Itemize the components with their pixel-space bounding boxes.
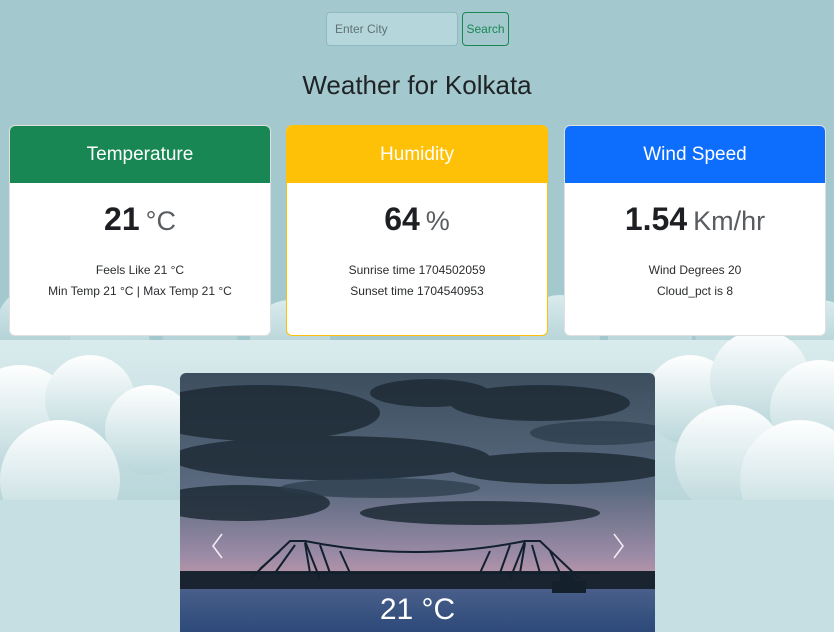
wind-speed-reading: 1.54 Km/hr xyxy=(565,201,825,238)
humidity-unit: % xyxy=(425,206,450,236)
chevron-left-icon xyxy=(212,533,223,559)
chevron-right-icon xyxy=(613,533,624,559)
sunset-time-text: Sunset time 1704540953 xyxy=(350,284,484,298)
search-bar: Search xyxy=(326,12,509,46)
carousel-prev-button[interactable] xyxy=(202,531,232,561)
carousel-next-button[interactable] xyxy=(604,531,634,561)
temperature-card-header: Temperature xyxy=(10,126,270,183)
wind-speed-card-body: 1.54 Km/hr Wind Degrees 20 Cloud_pct is 8 xyxy=(565,183,825,302)
feels-like-text: Feels Like 21 °C xyxy=(95,263,185,277)
temperature-unit: °C xyxy=(145,206,176,236)
humidity-reading: 64% xyxy=(287,201,547,238)
search-button[interactable]: Search xyxy=(462,12,509,46)
wind-degrees-text: Wind Degrees 20 xyxy=(648,263,742,277)
wind-speed-unit: Km/hr xyxy=(693,206,766,236)
temperature-card: Temperature 21 °C Feels Like 21 °C Min Te… xyxy=(9,125,271,336)
wind-speed-card-header: Wind Speed xyxy=(565,126,825,183)
wind-speed-value: 1.54 xyxy=(624,201,688,237)
wind-speed-card: Wind Speed 1.54 Km/hr Wind Degrees 20 Clo… xyxy=(564,125,826,336)
page-title: Weather for Kolkata xyxy=(302,70,532,100)
sunrise-time-text: Sunrise time 1704502059 xyxy=(348,263,486,277)
carousel-caption-temperature: 21 °C xyxy=(379,593,456,626)
city-image-carousel: 21 °C xyxy=(180,373,655,632)
humidity-value: 64 xyxy=(384,201,420,237)
cloud-pct-text: Cloud_pct is 8 xyxy=(656,284,734,298)
temperature-value: 21 xyxy=(104,201,140,237)
humidity-card-header: Humidity xyxy=(287,126,547,183)
min-max-temp-text: Min Temp 21 °C | Max Temp 21 °C xyxy=(48,284,232,298)
humidity-card: Humidity 64% Sunrise time 1704502059 Sun… xyxy=(286,125,548,336)
city-search-input[interactable] xyxy=(326,12,458,46)
temperature-card-body: 21 °C Feels Like 21 °C Min Temp 21 °C | M… xyxy=(10,183,270,302)
humidity-card-body: 64% Sunrise time 1704502059 Sunset time … xyxy=(287,183,547,302)
temperature-reading: 21 °C xyxy=(10,201,270,238)
